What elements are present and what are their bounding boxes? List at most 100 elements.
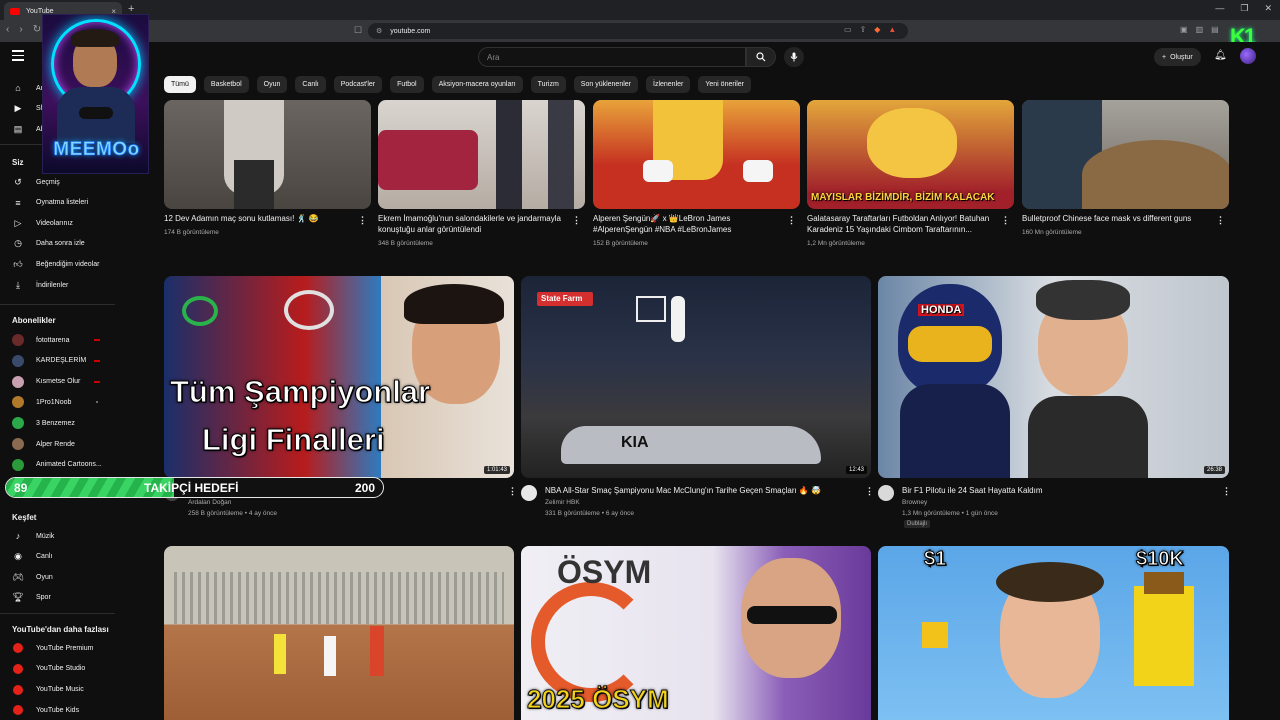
sidebar-item[interactable]: ◷ Daha sonra izle: [0, 234, 150, 254]
video-title[interactable]: Alperen Şengün🚀 x 👑LeBron James #Alperen…: [593, 213, 779, 235]
site-info-icon[interactable]: ⚙: [376, 27, 382, 35]
video-thumbnail[interactable]: HONDA 26:38: [878, 276, 1229, 478]
filter-chip[interactable]: Basketbol: [203, 76, 249, 93]
cast-icon[interactable]: ▭: [844, 25, 852, 34]
sidebar-item[interactable]: ≡ Oynatma listeleri: [0, 193, 150, 213]
channel-avatar[interactable]: [878, 485, 894, 501]
sidebar-item[interactable]: fotottarena: [0, 330, 150, 350]
video-thumbnail[interactable]: MAYISLAR BİZİMDİR, BİZİM KALACAK: [807, 100, 1014, 209]
more-options-icon[interactable]: ⋮: [572, 215, 581, 226]
sidebar-item[interactable]: ↺ Geçmiş: [0, 172, 150, 192]
video-thumbnail[interactable]: ÖSYM 2025 ÖSYM: [521, 546, 871, 720]
account-avatar[interactable]: [1240, 48, 1256, 64]
video-title[interactable]: Ekrem İmamoğlu'nun salondakilerle ve jan…: [378, 213, 564, 235]
video-thumbnail[interactable]: State Farm KIA 12:43: [521, 276, 871, 478]
filter-chip[interactable]: Tümü: [164, 76, 196, 93]
video-views: 174 B görüntüleme: [164, 229, 219, 236]
create-button[interactable]: + Oluştur: [1154, 48, 1201, 66]
video-thumbnail[interactable]: [164, 546, 514, 720]
sidebar-item[interactable]: KARDEŞLERİM: [0, 351, 150, 371]
video-thumbnail[interactable]: [1022, 100, 1229, 209]
search-input[interactable]: Ara: [478, 47, 746, 67]
more-options-icon[interactable]: ⋮: [865, 486, 874, 497]
sidebar-item[interactable]: ◉ Canlı: [0, 547, 150, 567]
omnibox[interactable]: ⚙ youtube.com: [368, 23, 908, 39]
brave-rewards-icon[interactable]: ▲: [888, 25, 896, 34]
thumbnail-text: 2025 ÖSYM: [527, 684, 670, 715]
filter-chip[interactable]: Oyun: [256, 76, 288, 93]
sidebar-item[interactable]: ♪ Müzik: [0, 526, 150, 546]
channel-name[interactable]: Browney: [902, 498, 927, 507]
sidebar-item[interactable]: 🏆︎ Spor: [0, 588, 150, 608]
search-button[interactable]: [746, 47, 776, 67]
hamburger-menu-icon[interactable]: [12, 50, 24, 61]
window-close-icon[interactable]: ✕: [1264, 3, 1272, 14]
music-icon: ♪: [15, 531, 21, 541]
sidebar-item[interactable]: Animated Cartoons...: [0, 455, 150, 475]
filter-chip[interactable]: İzlenenler: [646, 76, 691, 93]
filter-chip[interactable]: Aksiyon-macera oyunları: [431, 76, 523, 93]
filter-chip[interactable]: Futbol: [390, 76, 424, 93]
reload-icon[interactable]: ↻: [33, 24, 41, 35]
more-options-icon[interactable]: ⋮: [1222, 486, 1231, 497]
video-thumbnail[interactable]: [164, 100, 371, 209]
sidebar-item-label: Alper Rende: [36, 440, 75, 448]
back-icon[interactable]: ‹: [6, 24, 9, 35]
channel-name[interactable]: Ardalan Doğan: [188, 498, 231, 507]
gaming-icon: 🎮︎: [12, 571, 24, 582]
filter-chip[interactable]: Yeni öneriler: [698, 76, 752, 93]
sidebar-item-label: YouTube Studio: [36, 665, 86, 673]
sidebar-item[interactable]: 👍︎ Beğendiğim videolar: [0, 254, 150, 274]
sidebar-item[interactable]: 1Pro1Noob: [0, 392, 150, 412]
forward-icon[interactable]: ›: [19, 24, 22, 35]
new-content-dot-icon: [96, 401, 98, 404]
extensions-icon[interactable]: ▤: [1211, 25, 1219, 34]
more-options-icon[interactable]: ⋮: [358, 215, 367, 226]
voice-search-button[interactable]: [784, 47, 804, 67]
sidebar-item[interactable]: ⤓ İndirilenler: [0, 275, 150, 295]
sidebar-toggle-icon[interactable]: ▥: [1196, 25, 1204, 34]
sidebar-item[interactable]: Kısmetse Olur: [0, 372, 150, 392]
sidebar-section-subscriptions[interactable]: Abonelikler: [12, 316, 56, 325]
wallet-icon[interactable]: ▣: [1180, 25, 1188, 34]
sidebar-item[interactable]: Alper Rende: [0, 434, 150, 454]
filter-chip[interactable]: Podcast'ler: [333, 76, 383, 93]
minimize-icon[interactable]: —: [1215, 3, 1224, 14]
video-title[interactable]: Bulletproof Chinese face mask vs differe…: [1022, 213, 1208, 224]
filter-chip[interactable]: Son yüklenenler: [573, 76, 638, 93]
filter-chip[interactable]: Canlı: [295, 76, 326, 93]
video-thumbnail[interactable]: Tüm Şampiyonlar Ligi Finalleri 1:01:43: [164, 276, 514, 478]
more-options-icon[interactable]: ⋮: [1001, 215, 1010, 226]
youtube-app-icon: [13, 705, 23, 716]
sidebar-item[interactable]: YouTube Premium: [0, 638, 150, 658]
helmet-sponsor-text: HONDA: [918, 304, 965, 316]
video-title[interactable]: 12 Dev Adamın maç sonu kutlaması! 🕺 😂: [164, 213, 350, 224]
video-thumbnail[interactable]: $1 $10K: [878, 546, 1229, 720]
more-options-icon[interactable]: ⋮: [508, 486, 517, 497]
sidebar-item[interactable]: 3 Benzemez: [0, 413, 150, 433]
video-thumbnail[interactable]: [593, 100, 800, 209]
video-title[interactable]: NBA All-Star Smaç Şampiyonu Mac McClung'…: [545, 485, 845, 496]
video-title[interactable]: Bir F1 Pilotu ile 24 Saat Hayatta Kaldım: [902, 485, 1202, 496]
maximize-icon[interactable]: ❐: [1240, 3, 1248, 14]
sidebar-item[interactable]: ▷ Videolarınız: [0, 213, 150, 233]
filter-chip[interactable]: Turizm: [530, 76, 566, 93]
sidebar-item[interactable]: 🎮︎ Oyun: [0, 567, 150, 587]
sidebar-item[interactable]: YouTube Music: [0, 680, 150, 700]
sidebar-section-you[interactable]: Siz: [12, 158, 24, 167]
more-options-icon[interactable]: ⋮: [1216, 215, 1225, 226]
video-views: 152 B görüntüleme: [593, 240, 648, 247]
sidebar-item[interactable]: YouTube Kids: [0, 700, 150, 720]
notifications-bell-icon[interactable]: 🔔︎: [1214, 50, 1227, 61]
channel-avatar[interactable]: [521, 485, 537, 501]
bookmark-icon[interactable]: ☐: [354, 25, 362, 36]
more-options-icon[interactable]: ⋮: [787, 215, 796, 226]
video-title[interactable]: Galatasaray Taraftarları Futboldan Anlıy…: [807, 213, 993, 235]
share-icon[interactable]: ⇪: [860, 25, 867, 34]
channel-name[interactable]: Zelimir HBK: [545, 498, 580, 507]
brave-shield-icon[interactable]: ◆: [874, 25, 880, 34]
url-text: youtube.com: [390, 27, 431, 35]
video-thumbnail[interactable]: [378, 100, 585, 209]
sidebar-item-label: Oynatma listeleri: [36, 199, 89, 207]
sidebar-item[interactable]: YouTube Studio: [0, 659, 150, 679]
